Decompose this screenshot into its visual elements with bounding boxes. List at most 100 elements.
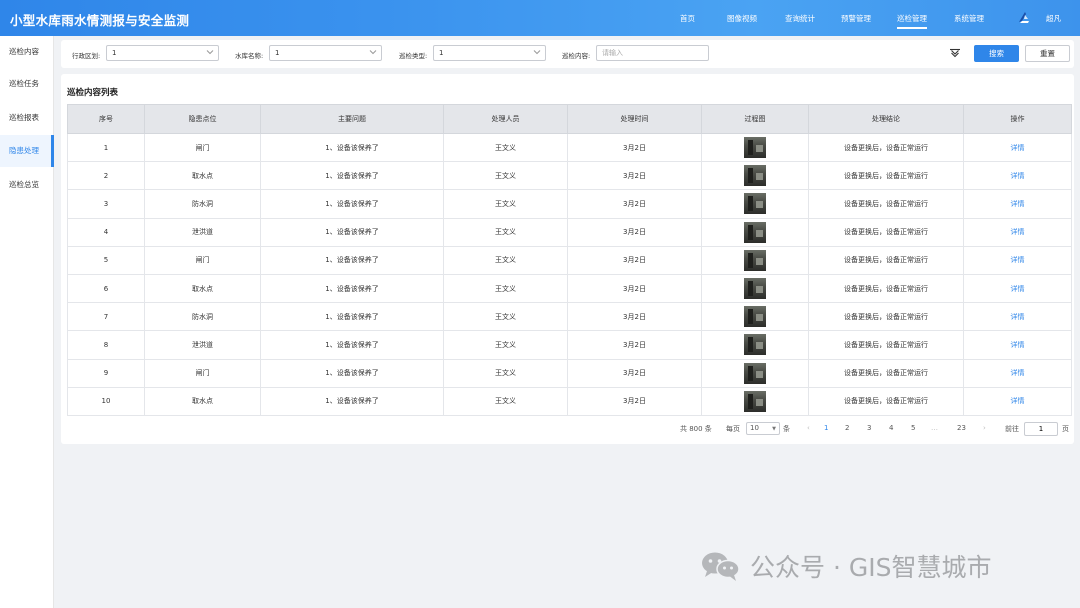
nav-item-inspection-management[interactable]: 巡检管理 <box>897 13 927 29</box>
sidebar: 巡检内容 巡检任务 巡检报表 隐患处理 巡检总览 <box>0 36 54 608</box>
cell-process-image <box>701 273 809 304</box>
process-image-thumbnail[interactable] <box>744 306 766 328</box>
reset-button[interactable]: 重置 <box>1025 45 1070 62</box>
user-name[interactable]: 超凡 <box>1046 13 1061 24</box>
detail-link[interactable]: 详情 <box>1011 369 1025 377</box>
cell-no: 1 <box>67 132 145 163</box>
page-number-3[interactable]: 3 <box>867 424 871 432</box>
cell-point: 闸门 <box>144 358 261 388</box>
nav-item-image-video[interactable]: 图像视频 <box>727 13 757 24</box>
table-row: 7 防水洞 1、设备该保养了 王文义 3月2日 设备更换后，设备正常运行 详情 <box>67 302 1072 332</box>
cell-problem: 1、设备该保养了 <box>260 386 444 416</box>
cell-problem: 1、设备该保养了 <box>260 132 444 163</box>
table-row: 8 泄洪道 1、设备该保养了 王文义 3月2日 设备更换后，设备正常运行 详情 <box>67 330 1072 360</box>
user-logo-icon[interactable] <box>1016 10 1032 24</box>
hazard-table: 序号 隐患点位 主要问题 处理人员 处理时间 过程图 处理结论 操作 1 闸门 … <box>67 104 1072 416</box>
cell-action: 详情 <box>963 132 1072 163</box>
cell-no: 7 <box>67 302 145 332</box>
detail-link[interactable]: 详情 <box>1011 341 1025 349</box>
page-number-2[interactable]: 2 <box>845 424 849 432</box>
process-image-thumbnail[interactable] <box>744 137 766 159</box>
cell-no: 5 <box>67 245 145 275</box>
cell-handler: 王文义 <box>443 217 568 247</box>
sidebar-item-inspection-overview[interactable]: 巡检总览 <box>0 169 54 201</box>
top-header: 小型水库雨水情测报与安全监测 首页 图像视频 查询统计 预警管理 巡检管理 系统… <box>0 0 1080 36</box>
collapse-filter-icon[interactable] <box>949 48 961 58</box>
district-select-value: 1 <box>112 49 117 57</box>
goto-page-input[interactable] <box>1024 422 1058 436</box>
detail-link[interactable]: 详情 <box>1011 200 1025 208</box>
prev-page-button[interactable]: ‹ <box>807 424 810 432</box>
table-row: 1 闸门 1、设备该保养了 王文义 3月2日 设备更换后，设备正常运行 详情 <box>67 132 1072 163</box>
nav-item-system-management[interactable]: 系统管理 <box>954 13 984 24</box>
next-page-button[interactable]: › <box>983 424 986 432</box>
column-header-time: 处理时间 <box>567 104 702 134</box>
chevron-down-icon <box>533 50 541 55</box>
sidebar-item-inspection-task[interactable]: 巡检任务 <box>0 68 54 100</box>
cell-handler: 王文义 <box>443 302 568 332</box>
cell-point: 闸门 <box>144 245 261 275</box>
process-image-thumbnail[interactable] <box>744 334 766 356</box>
cell-conclusion: 设备更换后，设备正常运行 <box>808 358 964 388</box>
sidebar-item-inspection-report[interactable]: 巡检报表 <box>0 102 54 134</box>
detail-link[interactable]: 详情 <box>1011 172 1025 180</box>
cell-process-image <box>701 302 809 332</box>
cell-process-image <box>701 189 809 219</box>
column-header-action: 操作 <box>963 104 1072 134</box>
cell-handler: 王文义 <box>443 330 568 360</box>
cell-point: 防水洞 <box>144 302 261 332</box>
cell-conclusion: 设备更换后，设备正常运行 <box>808 189 964 219</box>
cell-problem: 1、设备该保养了 <box>260 358 444 388</box>
table-row: 10 取水点 1、设备该保养了 王文义 3月2日 设备更换后，设备正常运行 详情 <box>67 386 1072 416</box>
detail-link[interactable]: 详情 <box>1011 313 1025 321</box>
cell-point: 泄洪道 <box>144 217 261 247</box>
cell-point: 闸门 <box>144 132 261 163</box>
detail-link[interactable]: 详情 <box>1011 397 1025 405</box>
process-image-thumbnail[interactable] <box>744 249 766 271</box>
cell-process-image <box>701 330 809 360</box>
page-number-1[interactable]: 1 <box>824 424 828 432</box>
page-size-select[interactable]: 10 ▼ <box>746 422 780 435</box>
wechat-icon <box>702 552 740 581</box>
table-row: 4 泄洪道 1、设备该保养了 王文义 3月2日 设备更换后，设备正常运行 详情 <box>67 217 1072 247</box>
page-number-5[interactable]: 5 <box>911 424 915 432</box>
cell-no: 9 <box>67 358 145 388</box>
per-page-label: 每页 <box>726 425 740 433</box>
column-header-handler: 处理人员 <box>443 104 568 134</box>
page-number-last[interactable]: 23 <box>957 424 966 432</box>
detail-link[interactable]: 详情 <box>1011 228 1025 236</box>
process-image-thumbnail[interactable] <box>744 362 766 384</box>
cell-point: 泄洪道 <box>144 330 261 360</box>
process-image-thumbnail[interactable] <box>744 278 766 300</box>
detail-link[interactable]: 详情 <box>1011 285 1025 293</box>
cell-action: 详情 <box>963 161 1072 191</box>
pagination-ellipsis[interactable]: … <box>931 424 938 432</box>
cell-time: 3月2日 <box>567 132 702 163</box>
sidebar-item-inspection-content[interactable]: 巡检内容 <box>0 36 54 68</box>
detail-link[interactable]: 详情 <box>1011 256 1025 264</box>
cell-problem: 1、设备该保养了 <box>260 330 444 360</box>
nav-item-alert-management[interactable]: 预警管理 <box>841 13 871 24</box>
process-image-thumbnail[interactable] <box>744 390 766 412</box>
cell-action: 详情 <box>963 189 1072 219</box>
nav-item-home[interactable]: 首页 <box>680 13 695 24</box>
detail-link[interactable]: 详情 <box>1011 144 1025 152</box>
pagination: 共 800 条 每页 10 ▼ 条 ‹ 1 2 3 4 5 … 23 › 前往 … <box>61 422 1074 436</box>
table-row: 3 防水洞 1、设备该保养了 王文义 3月2日 设备更换后，设备正常运行 详情 <box>67 189 1072 219</box>
reservoir-select[interactable]: 1 <box>269 45 382 61</box>
column-header-no: 序号 <box>67 104 145 134</box>
watermark: 公众号 · GIS智慧城市 <box>700 548 991 584</box>
page-number-4[interactable]: 4 <box>889 424 893 432</box>
process-image-thumbnail[interactable] <box>744 165 766 187</box>
reservoir-select-value: 1 <box>275 49 280 57</box>
inspection-type-select[interactable]: 1 <box>433 45 546 61</box>
sidebar-item-hazard-handling[interactable]: 隐患处理 <box>0 135 54 167</box>
goto-label: 前往 <box>1005 425 1019 433</box>
cell-action: 详情 <box>963 386 1072 416</box>
district-select[interactable]: 1 <box>106 45 219 61</box>
nav-item-query-stats[interactable]: 查询统计 <box>785 13 815 24</box>
search-button[interactable]: 搜索 <box>974 45 1019 62</box>
process-image-thumbnail[interactable] <box>744 221 766 243</box>
process-image-thumbnail[interactable] <box>744 193 766 215</box>
inspection-content-input[interactable] <box>596 45 709 61</box>
